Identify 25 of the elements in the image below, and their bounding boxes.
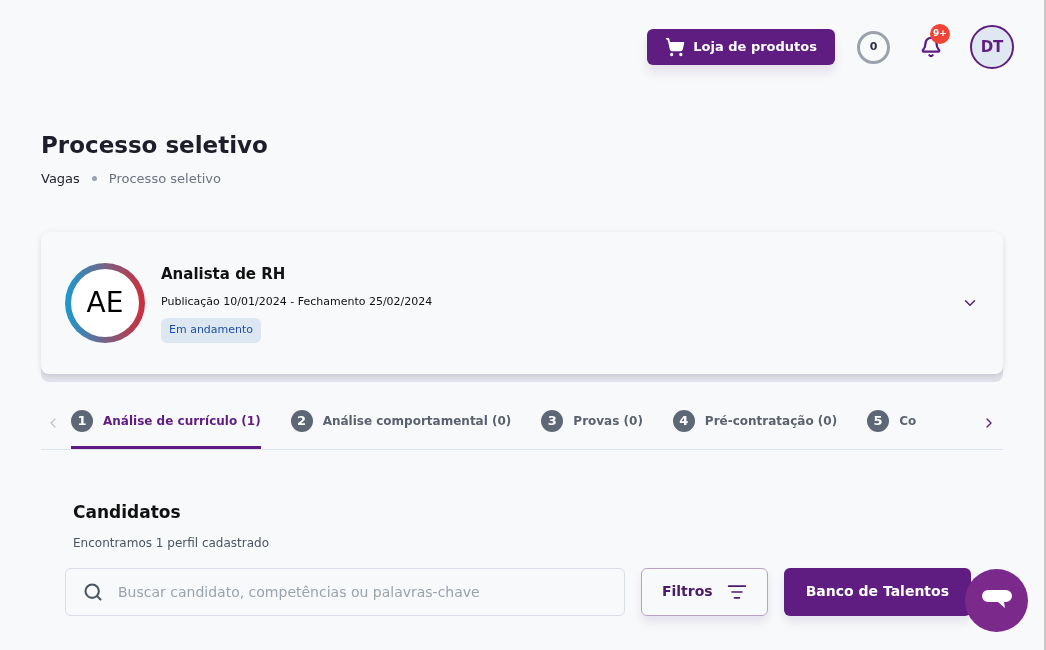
status-badge: Em andamento bbox=[161, 318, 262, 343]
filter-button[interactable]: Filtros bbox=[640, 567, 768, 616]
step-tab[interactable]: 5 Co bbox=[867, 396, 917, 449]
breadcrumb-item: Processo seletivo bbox=[108, 169, 221, 188]
section-title: Candidatos bbox=[73, 501, 182, 524]
job-title: Analista de RH bbox=[161, 264, 287, 286]
job-avatar: AE bbox=[65, 263, 145, 343]
breadcrumb-separator bbox=[91, 175, 97, 181]
notification-icon[interactable] bbox=[920, 36, 942, 58]
job-dates: Publicação 10/01/2024 - Fechamento 25/02/2024 bbox=[161, 293, 434, 310]
step-tab[interactable]: 1 Análise de currículo (1) bbox=[71, 396, 261, 449]
step-tab[interactable]: 2 Análise comportamental (0) bbox=[290, 396, 512, 449]
step-tab[interactable]: 3 Provas (0) bbox=[541, 396, 643, 449]
result-count: Encontramos 1 perfil cadastrado bbox=[73, 534, 271, 552]
user-avatar[interactable]: DT bbox=[970, 25, 1014, 69]
breadcrumb-item[interactable]: Vagas bbox=[41, 168, 80, 188]
search-icon bbox=[83, 581, 103, 602]
search-field[interactable]: Buscar candidato, competências ou palavras-chave bbox=[65, 567, 625, 616]
store-button[interactable]: Loja de produtos bbox=[647, 29, 835, 65]
page-title: Processo seletivo bbox=[41, 131, 269, 160]
notification-badge: 9+ bbox=[930, 24, 950, 44]
step-tab[interactable]: 4 Pré-contratação (0) bbox=[672, 396, 838, 449]
cart-icon bbox=[665, 37, 686, 57]
talent-bank-button[interactable]: Banco de Talentos bbox=[783, 567, 971, 616]
counter-badge: 0 bbox=[857, 30, 890, 64]
